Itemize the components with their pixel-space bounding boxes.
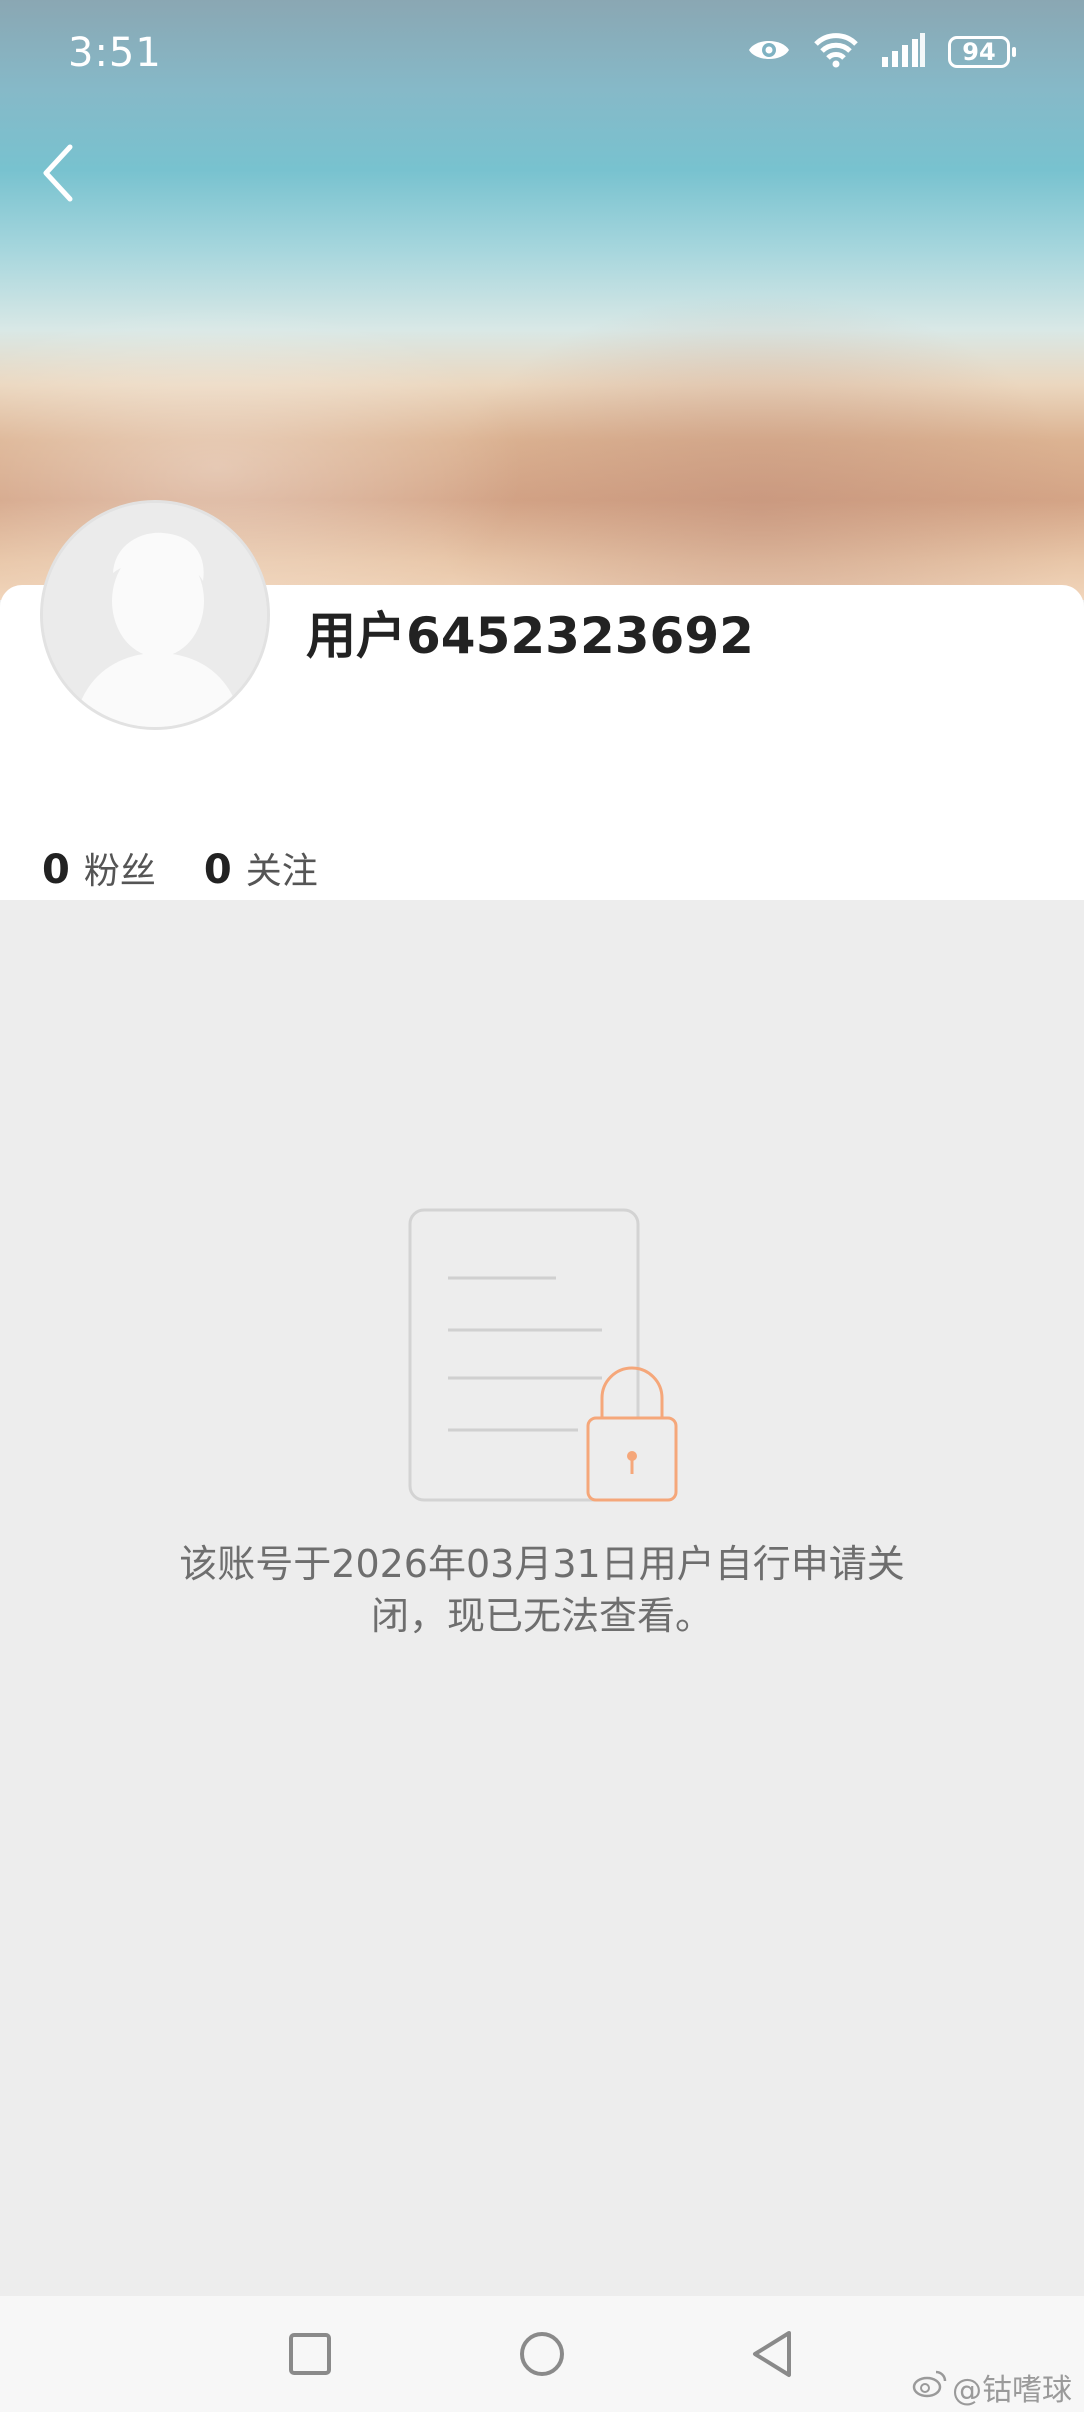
nav-home-button[interactable] [512, 2326, 572, 2386]
username: 用户6452323692 [306, 607, 754, 665]
followers-label: 粉丝 [83, 851, 156, 892]
following-label: 关注 [245, 851, 318, 892]
following-count: 0 [203, 847, 232, 893]
status-bar: 3:51 94 [0, 0, 1084, 110]
back-button[interactable] [28, 140, 88, 210]
watermark-text: @钴嗜球 [952, 2373, 1072, 2408]
chevron-left-icon [38, 143, 78, 207]
watermark: @钴嗜球 [912, 2365, 1072, 2409]
signal-icon [880, 33, 926, 71]
triangle-back-icon [749, 2329, 795, 2383]
account-closed-line-2: 闭，现已无法查看。 [370, 1594, 713, 1638]
square-icon [288, 2332, 332, 2380]
account-closed-message: 该账号于2026年03月31日用户自行申请关 闭，现已无法查看。 [120, 1538, 964, 1642]
following-stat[interactable]: 0 关注 [204, 842, 318, 894]
default-avatar-icon [43, 503, 267, 727]
eye-icon [746, 34, 792, 70]
nav-back-button[interactable] [742, 2326, 802, 2386]
nav-recent-button[interactable] [280, 2326, 340, 2386]
followers-stat[interactable]: 0 粉丝 [42, 842, 156, 894]
weibo-icon [912, 2368, 948, 2406]
wifi-icon [814, 32, 858, 72]
circle-icon [518, 2330, 566, 2382]
avatar[interactable] [40, 500, 270, 730]
account-closed-line-1: 该账号于2026年03月31日用户自行申请关 [179, 1542, 905, 1586]
locked-document-icon [400, 1200, 690, 1510]
battery-icon: 94 [948, 36, 1016, 68]
status-time: 3:51 [68, 30, 162, 76]
followers-count: 0 [42, 847, 70, 893]
profile-stats: 0 粉丝 0 关注 [42, 842, 366, 894]
